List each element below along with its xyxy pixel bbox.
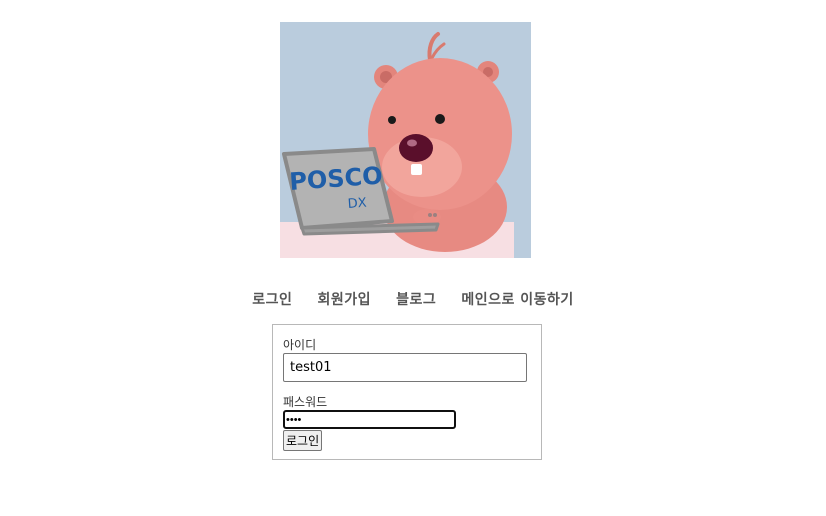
id-label: 아이디 [283, 338, 317, 352]
hero-illustration: POSCO DX [280, 22, 531, 258]
dx-logo-text: DX [347, 196, 367, 212]
login-page: POSCO DX 로그인 회원가입 블로그 메인으로 이동하기 아이디 패스워드… [0, 0, 826, 516]
login-form: 아이디 패스워드 로그인 [272, 324, 542, 460]
password-input[interactable] [283, 410, 456, 429]
password-label: 패스워드 [283, 395, 328, 409]
nav-signup-link[interactable]: 회원가입 [317, 289, 371, 309]
nav-blog-link[interactable]: 블로그 [396, 289, 436, 309]
nav-login-link[interactable]: 로그인 [252, 289, 292, 309]
id-input[interactable] [283, 353, 527, 382]
character-laptop-image: POSCO DX [280, 22, 531, 258]
nav-main-link[interactable]: 메인으로 이동하기 [461, 289, 573, 309]
main-nav: 로그인 회원가입 블로그 메인으로 이동하기 [0, 289, 826, 309]
login-button[interactable]: 로그인 [283, 430, 323, 451]
